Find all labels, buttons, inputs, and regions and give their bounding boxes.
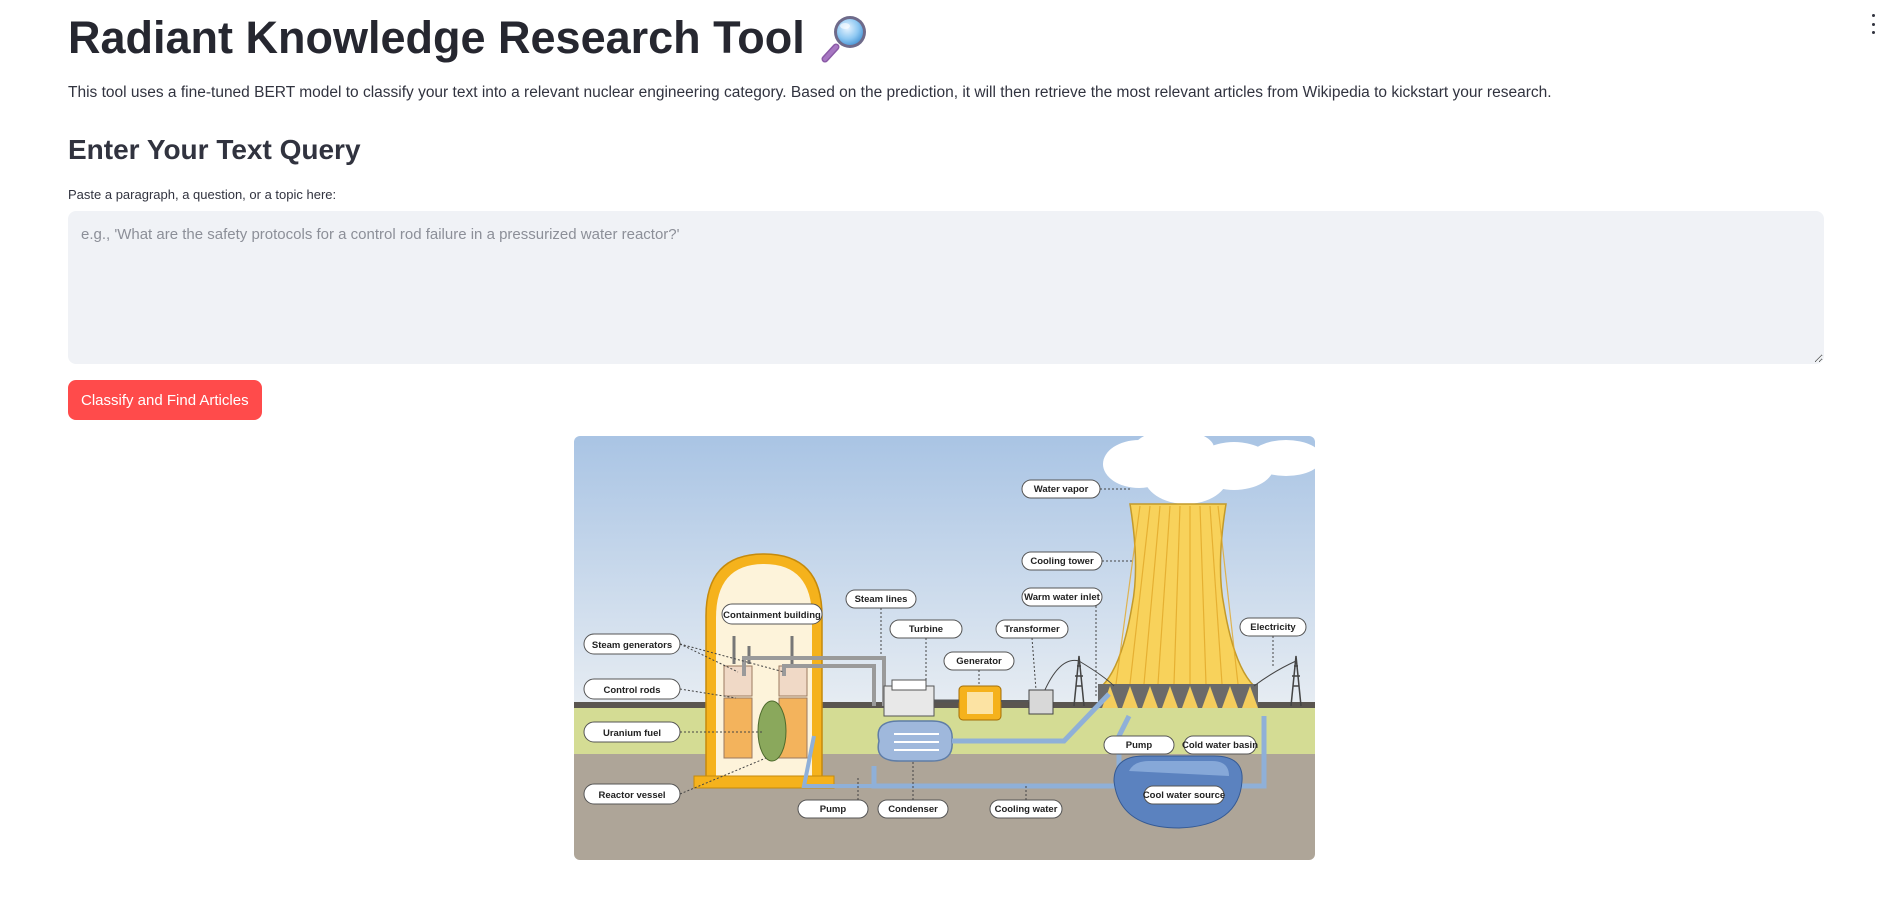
svg-text:Reactor vessel: Reactor vessel: [598, 790, 665, 801]
main-menu-button[interactable]: [1868, 14, 1878, 34]
nuclear-plant-diagram: Water vapor Cooling tower Warm water inl…: [574, 436, 1315, 860]
diagram-label-pump-right: Pump: [1103, 735, 1175, 755]
page-description: This tool uses a fine-tuned BERT model t…: [68, 84, 1552, 101]
containment-building-shape: [693, 553, 835, 789]
page-title: Radiant Knowledge Research Tool: [68, 12, 871, 64]
magnifying-glass-icon: [819, 12, 871, 64]
svg-text:Containment building: Containment building: [723, 610, 821, 621]
svg-text:Condenser: Condenser: [888, 804, 938, 815]
svg-text:Control rods: Control rods: [604, 685, 661, 696]
menu-dot: [1871, 22, 1875, 26]
page-title-text: Radiant Knowledge Research Tool: [68, 12, 805, 63]
svg-text:Steam lines: Steam lines: [855, 594, 908, 605]
query-section-heading: Enter Your Text Query: [68, 134, 361, 165]
classify-and-find-articles-button[interactable]: Classify and Find Articles: [68, 380, 262, 420]
svg-text:Steam generators: Steam generators: [592, 640, 672, 651]
svg-text:Cooling water: Cooling water: [995, 804, 1058, 815]
svg-text:Cooling tower: Cooling tower: [1030, 556, 1094, 567]
menu-dot: [1871, 31, 1875, 34]
svg-text:Pump: Pump: [820, 804, 847, 815]
diagram-label-cold-water-basin: Cold water basin: [1182, 735, 1258, 755]
svg-text:Warm water inlet: Warm water inlet: [1024, 592, 1101, 603]
svg-text:Uranium fuel: Uranium fuel: [603, 728, 661, 739]
diagram-label-containment-building: Containment building: [721, 603, 823, 625]
query-field-label: Paste a paragraph, a question, or a topi…: [68, 187, 337, 202]
menu-dot: [1871, 14, 1875, 17]
diagram-label-cool-water-source: Cool water source: [1143, 785, 1225, 805]
svg-text:Cold water basin: Cold water basin: [1182, 740, 1258, 751]
svg-text:Electricity: Electricity: [1250, 622, 1296, 633]
query-textarea[interactable]: [68, 211, 1824, 364]
svg-text:Water vapor: Water vapor: [1034, 484, 1089, 495]
svg-text:Transformer: Transformer: [1004, 624, 1060, 635]
svg-text:Turbine: Turbine: [909, 624, 943, 635]
svg-text:Pump: Pump: [1126, 740, 1153, 751]
svg-text:Generator: Generator: [956, 656, 1002, 667]
svg-text:Cool water source: Cool water source: [1143, 790, 1225, 801]
